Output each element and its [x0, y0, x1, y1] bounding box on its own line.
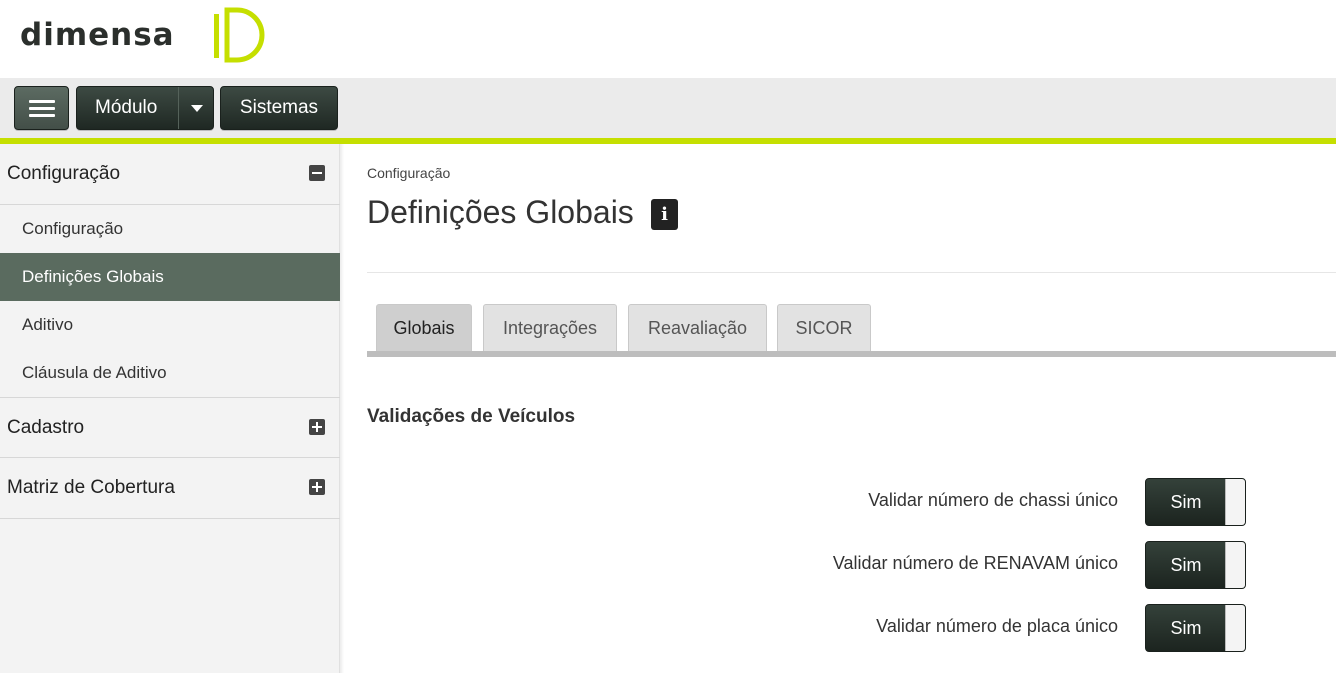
- logo-bar: dimensa: [0, 0, 1336, 78]
- sidebar-section-label: Matriz de Cobertura: [7, 477, 175, 498]
- setting-label: Validar número de chassi único: [868, 490, 1118, 510]
- toggle-value: Sim: [1170, 617, 1202, 638]
- plus-icon[interactable]: [309, 419, 325, 435]
- sidebar-item-definicoes-globais[interactable]: Definições Globais: [0, 253, 340, 301]
- plus-icon[interactable]: [309, 479, 325, 495]
- sidebar-section-configuracao[interactable]: Configuração: [0, 144, 340, 205]
- svg-text:dimensa: dimensa: [20, 17, 175, 53]
- page-title: Definições Globais: [367, 194, 634, 230]
- toggle-value: Sim: [1170, 554, 1202, 575]
- sidebar-item-configuracao[interactable]: Configuração: [0, 205, 340, 253]
- tabs-underline: [367, 351, 1336, 357]
- sidebar-item-label: Definições Globais: [22, 267, 164, 286]
- sidebar-item-aditivo[interactable]: Aditivo: [0, 301, 340, 349]
- dimensa-wordmark: dimensa: [20, 17, 175, 53]
- sistemas-button[interactable]: Sistemas: [220, 86, 338, 130]
- sidebar: Configuração Configuração Definições Glo…: [0, 144, 340, 673]
- minus-icon[interactable]: [309, 165, 325, 181]
- sidebar-section-label: Cadastro: [7, 416, 85, 438]
- logo-text: dimensa: [20, 14, 200, 62]
- caret-down-icon[interactable]: [191, 105, 203, 112]
- toggle-knob[interactable]: [1225, 479, 1245, 525]
- sidebar-section-matriz-de-cobertura[interactable]: Matriz de Cobertura: [0, 458, 340, 519]
- modulo-button[interactable]: Módulo: [76, 86, 214, 130]
- title-divider: [367, 272, 1336, 273]
- sidebar-item-label: Cláusula de Aditivo: [22, 363, 167, 382]
- modulo-separator: [178, 87, 179, 129]
- toggle-chassi-unico[interactable]: Sim: [1145, 478, 1246, 526]
- setting-label: Validar número de placa único: [876, 616, 1118, 636]
- setting-label: Validar número de RENAVAM único: [832, 553, 1118, 573]
- sidebar-section-cadastro[interactable]: Cadastro: [0, 397, 340, 458]
- toggle-renavam-unico[interactable]: Sim: [1145, 541, 1246, 589]
- tab-integracoes[interactable]: Integrações: [483, 304, 617, 352]
- sidebar-section-label: Configuração: [7, 163, 121, 184]
- modulo-label: Módulo: [95, 97, 158, 118]
- dimensa-logo-icon: [214, 7, 265, 63]
- toggle-knob[interactable]: [1225, 605, 1245, 651]
- tab-label: Globais: [393, 318, 455, 338]
- section-title: Validações de Veículos: [367, 406, 576, 427]
- tab-label: Integrações: [502, 318, 598, 338]
- tab-sicor[interactable]: SICOR: [777, 304, 871, 352]
- sidebar-item-label: Aditivo: [22, 315, 74, 334]
- breadcrumb[interactable]: Configuração: [367, 165, 450, 181]
- tab-label: Reavaliação: [647, 318, 748, 338]
- hamburger-icon: [28, 96, 55, 121]
- tab-globais[interactable]: Globais: [376, 304, 472, 352]
- sistemas-label: Sistemas: [239, 97, 319, 118]
- menu-button[interactable]: [14, 86, 69, 130]
- tab-label: SICOR: [795, 318, 853, 338]
- sidebar-item-clausula-de-aditivo[interactable]: Cláusula de Aditivo: [0, 349, 340, 397]
- sidebar-item-label: Configuração: [22, 219, 124, 238]
- main-content: Configuração Definições Globais i Globai…: [344, 144, 1336, 673]
- info-icon[interactable]: i: [651, 199, 678, 230]
- toggle-placa-unico[interactable]: Sim: [1145, 604, 1246, 652]
- tab-reavaliacao[interactable]: Reavaliação: [628, 304, 767, 352]
- toggle-knob[interactable]: [1225, 542, 1245, 588]
- toggle-value: Sim: [1170, 491, 1202, 512]
